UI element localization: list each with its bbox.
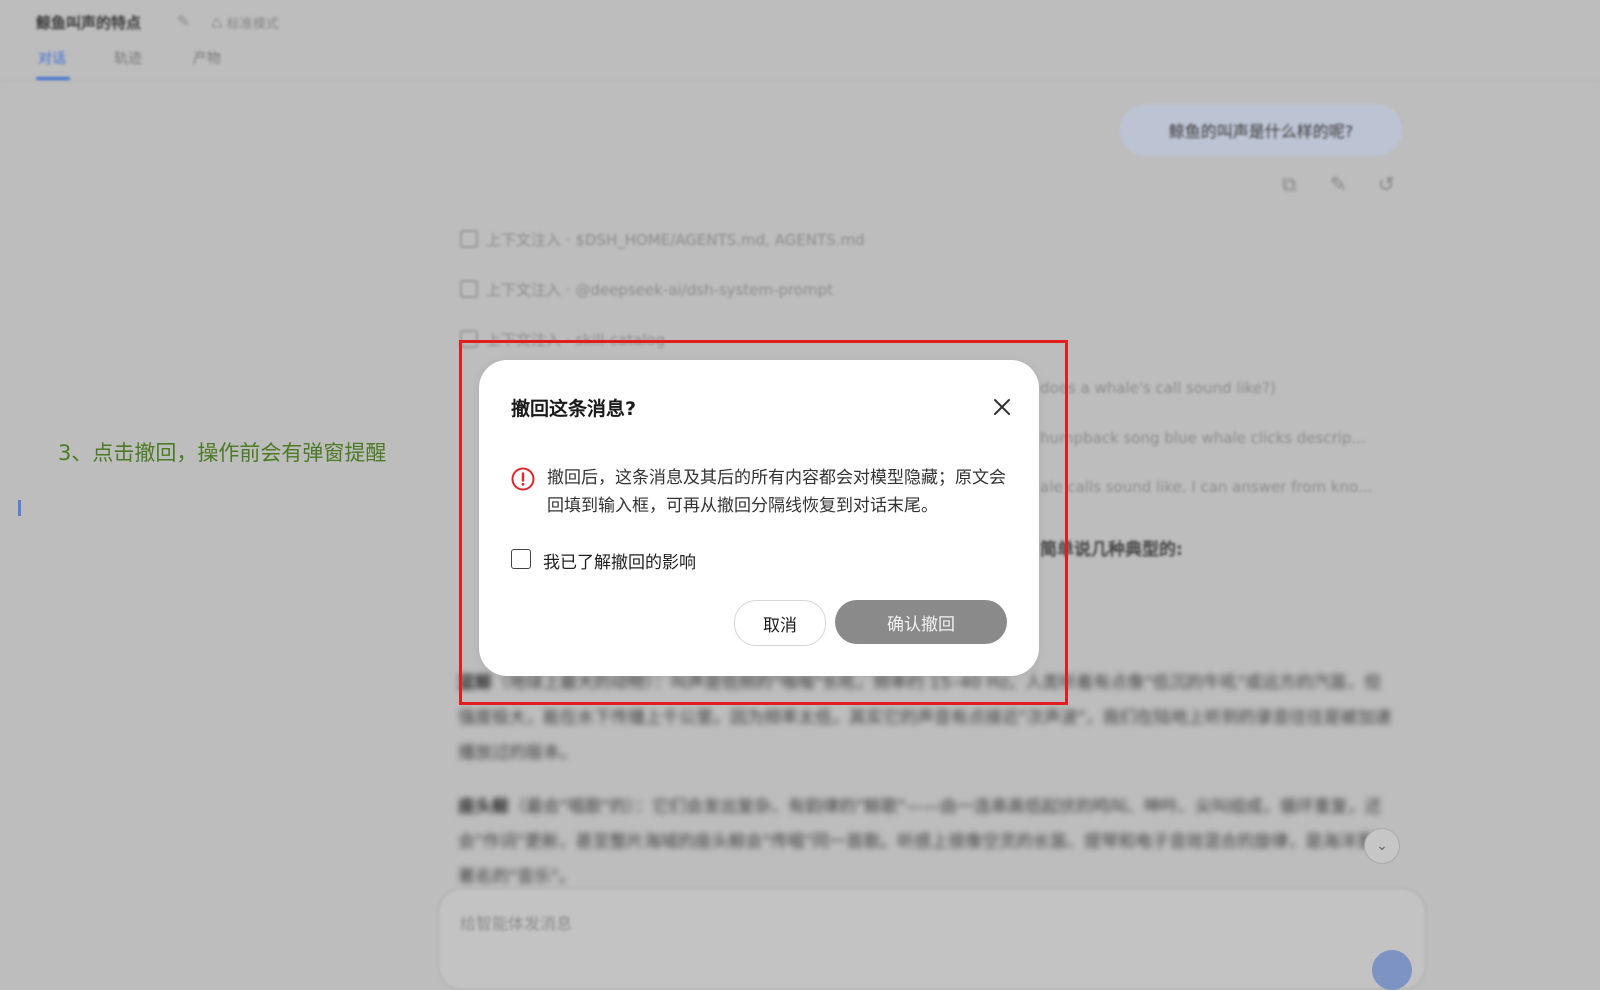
context-value: $DSH_HOME/AGENTS.md, AGENTS.md xyxy=(575,231,865,249)
user-message-bubble: 鲸鱼的叫声是什么样的呢? xyxy=(1120,104,1402,156)
copy-icon[interactable]: ⧉ xyxy=(1282,172,1296,196)
warning-icon xyxy=(511,467,535,491)
close-icon[interactable] xyxy=(991,396,1013,418)
paragraph-text: （最会"唱歌"的）：它们会发出复杂、有韵律的"鲸歌"——由一连串高低起伏的鸣叫、… xyxy=(458,797,1391,887)
step-annotation: 3、点击撤回，操作前会有弹窗提醒 xyxy=(58,441,387,465)
cancel-button[interactable]: 取消 xyxy=(734,600,826,646)
message-input[interactable] xyxy=(438,888,1426,990)
chevron-down-icon: ⌄ xyxy=(1376,838,1388,854)
dialog-title: 撤回这条消息? xyxy=(511,398,637,420)
send-button[interactable] xyxy=(1372,950,1412,990)
context-icon xyxy=(460,280,478,298)
answer-paragraph: 座头鲸（最会"唱歌"的）：它们会发出复杂、有韵律的"鲸歌"——由一连串高低起伏的… xyxy=(458,790,1398,895)
edit-title-icon[interactable]: ✎ xyxy=(177,12,190,30)
tab-dialogue[interactable]: 对话 xyxy=(38,48,66,68)
active-tab-indicator xyxy=(36,77,70,80)
context-row[interactable]: 上下文注入 · $DSH_HOME/AGENTS.md, AGENTS.md xyxy=(460,229,865,250)
input-placeholder: 给智能体发消息 xyxy=(460,914,573,933)
context-label: 上下文注入 xyxy=(486,281,562,299)
tab-artifacts[interactable]: 产物 xyxy=(193,48,221,68)
confirm-retract-button[interactable]: 确认撤回 xyxy=(835,600,1007,644)
conversation-title: 鲸鱼叫声的特点 xyxy=(36,14,142,32)
mode-indicator[interactable]: ♺ 标准模式 xyxy=(211,13,279,32)
tool-call-snippet: ale calls sound like. I can answer from … xyxy=(1040,478,1373,496)
top-bar: 鲸鱼叫声的特点 ✎ ♺ 标准模式 对话 轨迹 产物 xyxy=(0,0,1600,81)
mode-icon: ♺ xyxy=(211,17,223,32)
retract-dialog: 撤回这条消息? 撤回后，这条消息及其后的所有内容都会对模型隐藏；原文会回填到输入… xyxy=(479,360,1039,676)
acknowledge-label[interactable]: 我已了解撤回的影响 xyxy=(543,548,696,573)
context-value: @deepseek-ai/dsh-system-prompt xyxy=(575,281,834,299)
tool-call-snippet: humpback song blue whale clicks descrip.… xyxy=(1040,429,1366,447)
context-row[interactable]: 上下文注入 · @deepseek-ai/dsh-system-prompt xyxy=(460,279,833,300)
context-icon xyxy=(460,230,478,248)
retract-icon[interactable]: ↺ xyxy=(1378,172,1395,196)
acknowledge-checkbox[interactable] xyxy=(511,549,531,569)
tab-trace[interactable]: 轨迹 xyxy=(114,48,142,68)
side-marker xyxy=(18,500,21,516)
paragraph-bold: 座头鲸 xyxy=(458,797,509,817)
context-label: 上下文注入 xyxy=(486,231,562,249)
mode-label: 标准模式 xyxy=(226,17,279,32)
scroll-to-bottom-button[interactable]: ⌄ xyxy=(1364,828,1400,864)
tool-call-snippet: does a whale's call sound like?) xyxy=(1040,379,1276,397)
edit-icon[interactable]: ✎ xyxy=(1330,172,1347,196)
dialog-warning-text: 撤回后，这条消息及其后的所有内容都会对模型隐藏；原文会回填到输入框，可再从撤回分… xyxy=(547,468,1006,516)
